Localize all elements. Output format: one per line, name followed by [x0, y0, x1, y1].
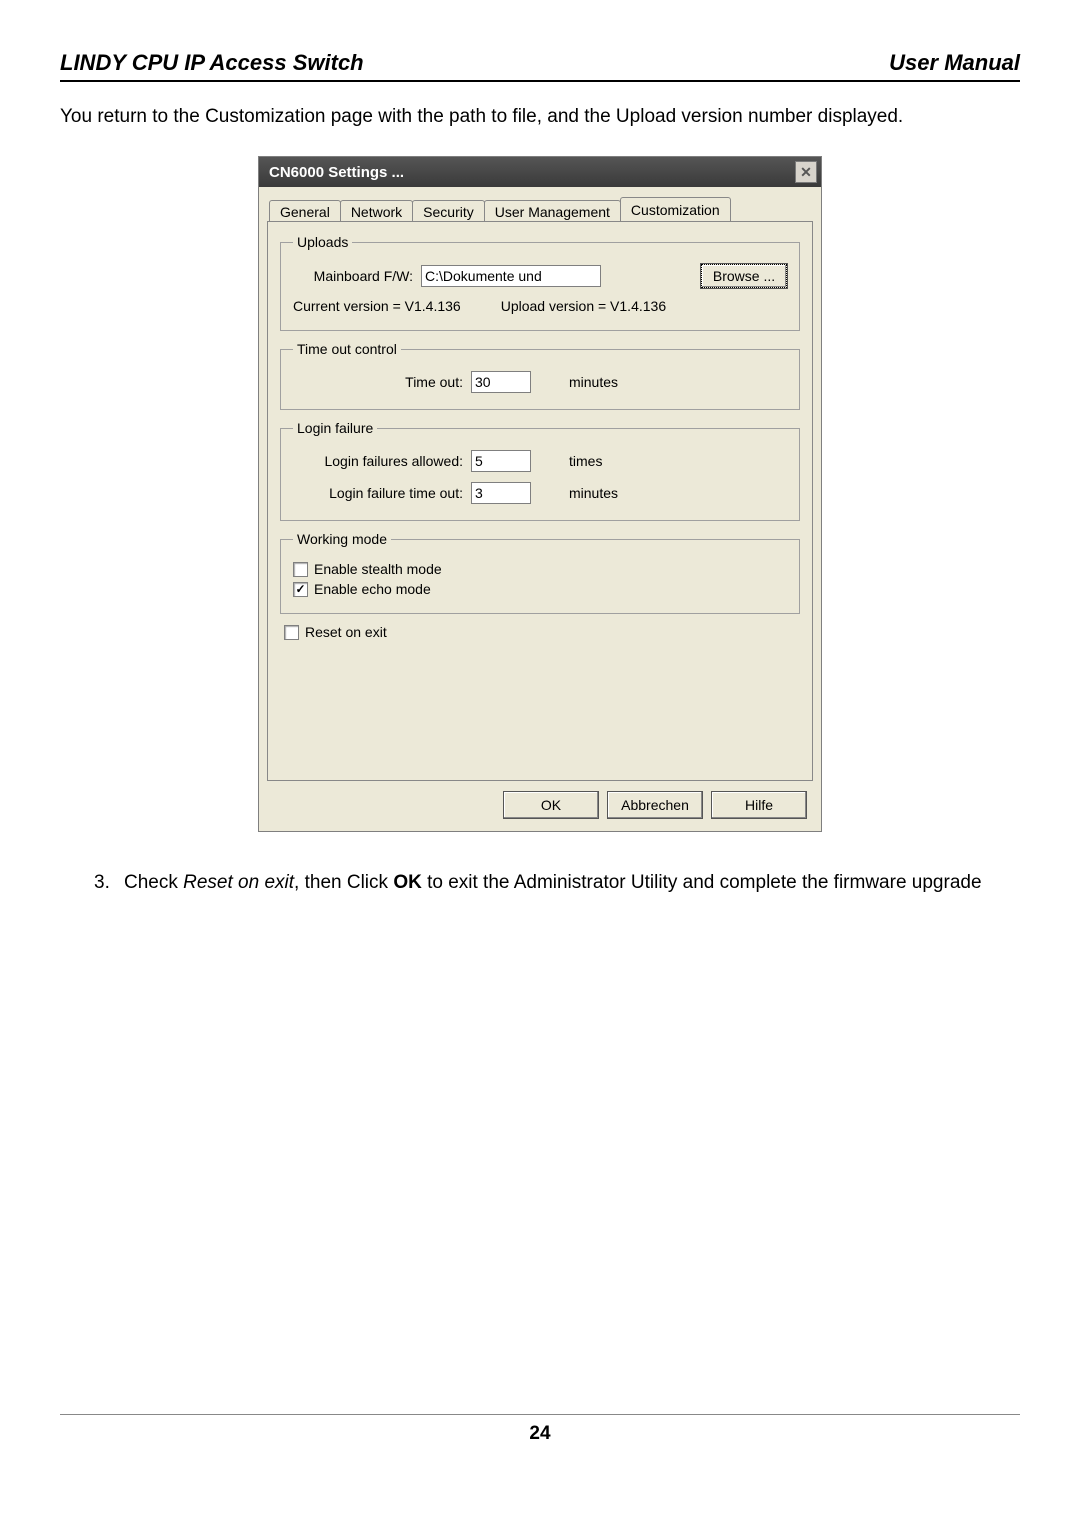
login-failure-timeout-label: Login failure time out: — [293, 485, 463, 501]
mainboard-fw-input[interactable] — [421, 265, 601, 287]
login-failure-timeout-input[interactable] — [471, 482, 531, 504]
tab-user-management[interactable]: User Management — [484, 200, 621, 222]
instruction-number: 3. — [94, 872, 124, 894]
instruction-bold: OK — [393, 872, 422, 893]
help-button[interactable]: Hilfe — [711, 791, 807, 819]
echo-mode-checkbox[interactable] — [293, 582, 308, 597]
echo-mode-label: Enable echo mode — [314, 581, 431, 597]
page-header: LINDY CPU IP Access Switch User Manual — [60, 50, 1020, 82]
page-footer: 24 — [60, 1414, 1020, 1445]
tab-panel-customization: Uploads Mainboard F/W: Browse ... Curren… — [267, 221, 813, 781]
page-number: 24 — [529, 1423, 550, 1444]
close-icon[interactable]: ✕ — [795, 161, 817, 183]
dialog-titlebar: CN6000 Settings ... ✕ — [259, 157, 821, 187]
tab-security[interactable]: Security — [412, 200, 485, 222]
group-uploads-legend: Uploads — [293, 234, 352, 250]
group-working-mode: Working mode Enable stealth mode Enable … — [280, 531, 800, 614]
login-failures-allowed-unit: times — [569, 453, 602, 469]
login-failures-allowed-label: Login failures allowed: — [293, 453, 463, 469]
doc-title-right: User Manual — [889, 50, 1020, 76]
instruction-pre: Check — [124, 872, 183, 893]
doc-title-left: LINDY CPU IP Access Switch — [60, 50, 364, 76]
group-timeout-legend: Time out control — [293, 341, 401, 357]
mainboard-fw-label: Mainboard F/W: — [293, 268, 413, 284]
reset-on-exit-checkbox[interactable] — [284, 625, 299, 640]
instruction-post: to exit the Administrator Utility and co… — [422, 872, 982, 893]
tab-customization[interactable]: Customization — [620, 197, 731, 221]
settings-dialog: CN6000 Settings ... ✕ General Network Se… — [258, 156, 822, 832]
reset-on-exit-label: Reset on exit — [305, 624, 387, 640]
ok-button[interactable]: OK — [503, 791, 599, 819]
tab-network[interactable]: Network — [340, 200, 413, 222]
tab-bar: General Network Security User Management… — [269, 195, 813, 221]
group-timeout: Time out control Time out: minutes — [280, 341, 800, 410]
upload-version-label: Upload version = V1.4.136 — [501, 298, 666, 314]
browse-button[interactable]: Browse ... — [701, 264, 787, 288]
dialog-title: CN6000 Settings ... — [269, 164, 404, 181]
group-login-failure: Login failure Login failures allowed: ti… — [280, 420, 800, 521]
instruction-mid: , then Click — [294, 872, 393, 893]
login-failure-timeout-unit: minutes — [569, 485, 618, 501]
instruction-text: Check Reset on exit, then Click OK to ex… — [124, 872, 982, 894]
current-version-label: Current version = V1.4.136 — [293, 298, 461, 314]
group-uploads: Uploads Mainboard F/W: Browse ... Curren… — [280, 234, 800, 331]
dialog-button-bar: OK Abbrechen Hilfe — [267, 781, 813, 821]
group-working-mode-legend: Working mode — [293, 531, 391, 547]
stealth-mode-checkbox[interactable] — [293, 562, 308, 577]
group-login-failure-legend: Login failure — [293, 420, 377, 436]
intro-paragraph: You return to the Customization page wit… — [60, 106, 1020, 128]
timeout-label: Time out: — [293, 374, 463, 390]
cancel-button[interactable]: Abbrechen — [607, 791, 703, 819]
stealth-mode-label: Enable stealth mode — [314, 561, 442, 577]
login-failures-allowed-input[interactable] — [471, 450, 531, 472]
instruction-italic: Reset on exit — [183, 872, 294, 893]
tab-general[interactable]: General — [269, 200, 341, 222]
instruction-item: 3. Check Reset on exit, then Click OK to… — [94, 872, 1020, 894]
timeout-unit: minutes — [569, 374, 618, 390]
timeout-input[interactable] — [471, 371, 531, 393]
